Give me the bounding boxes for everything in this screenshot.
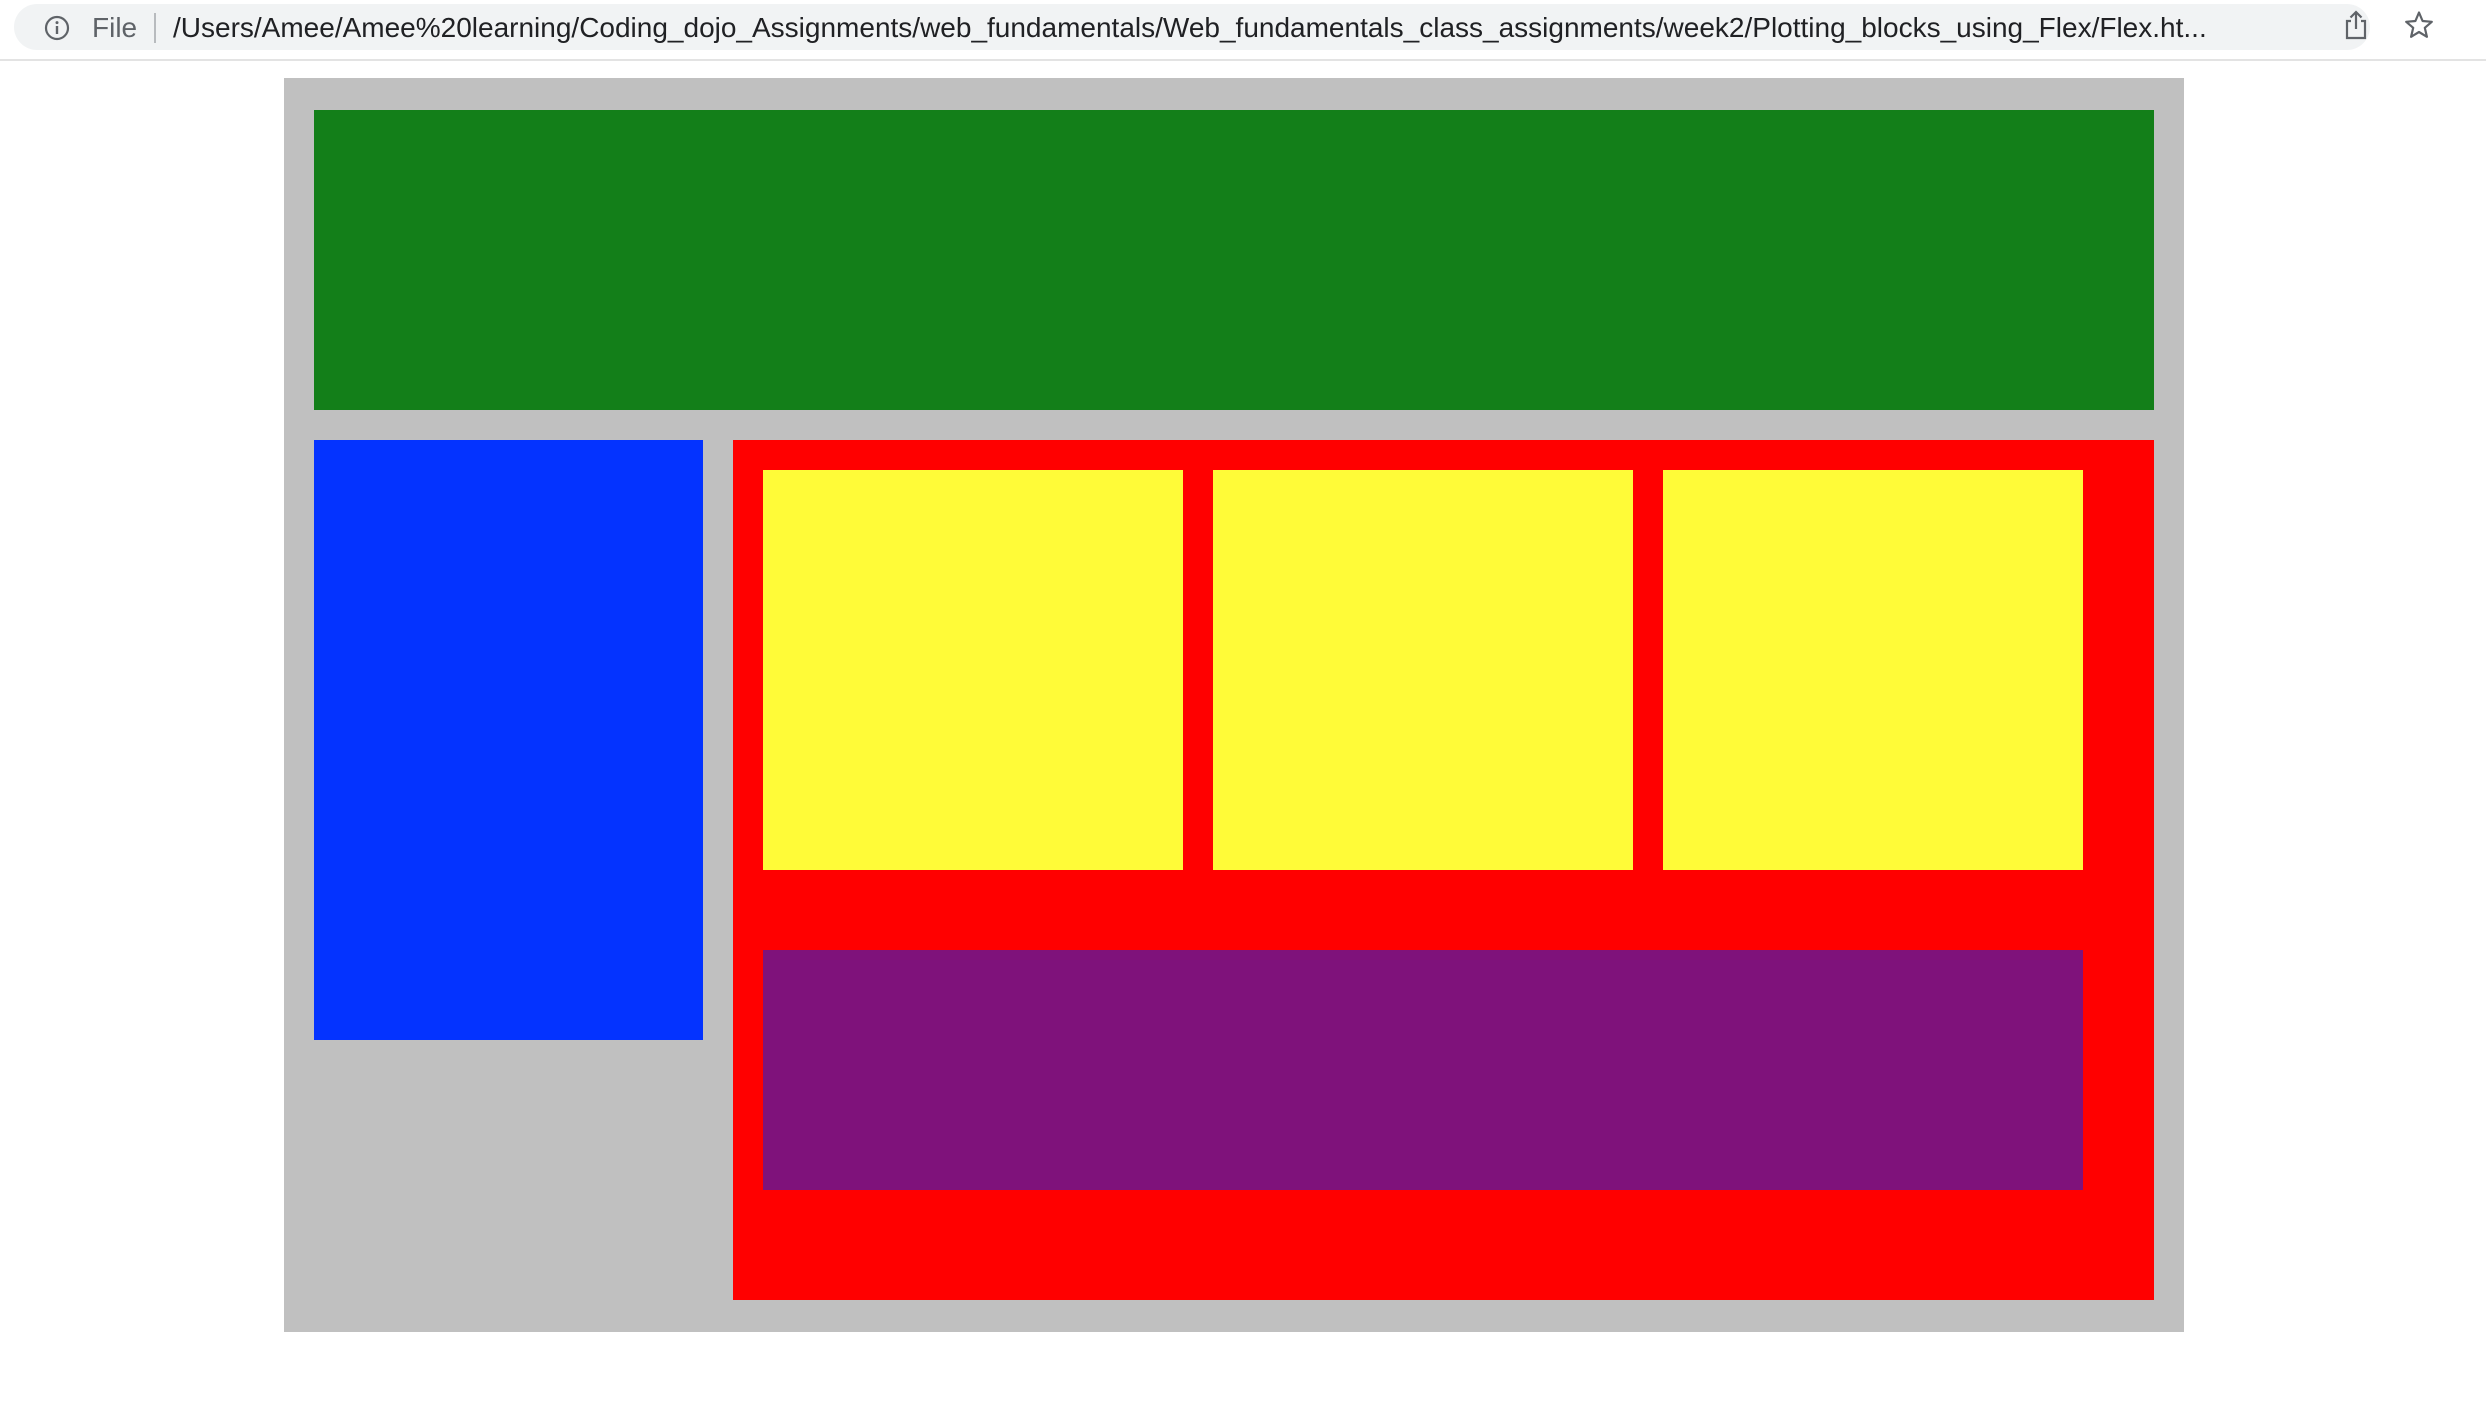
purple-block — [763, 950, 2083, 1190]
share-icon[interactable] — [2342, 10, 2370, 40]
address-bar[interactable]: File /Users/Amee/Amee%20learning/Coding_… — [14, 4, 2370, 50]
yellow-block-2 — [1213, 470, 1633, 870]
sidebar-block — [314, 440, 703, 1040]
url-text[interactable]: /Users/Amee/Amee%20learning/Coding_dojo_… — [173, 12, 2323, 44]
main-block — [733, 440, 2154, 1300]
yellow-block-1 — [763, 470, 1183, 870]
scheme-label: File — [92, 12, 138, 43]
info-icon[interactable] — [44, 15, 70, 41]
browser-toolbar: File /Users/Amee/Amee%20learning/Coding_… — [0, 0, 2486, 61]
header-block — [314, 110, 2154, 410]
yellow-block-3 — [1663, 470, 2083, 870]
star-icon[interactable] — [2404, 10, 2434, 40]
wrapper-container — [284, 78, 2184, 1332]
omnibox-divider — [154, 13, 156, 43]
